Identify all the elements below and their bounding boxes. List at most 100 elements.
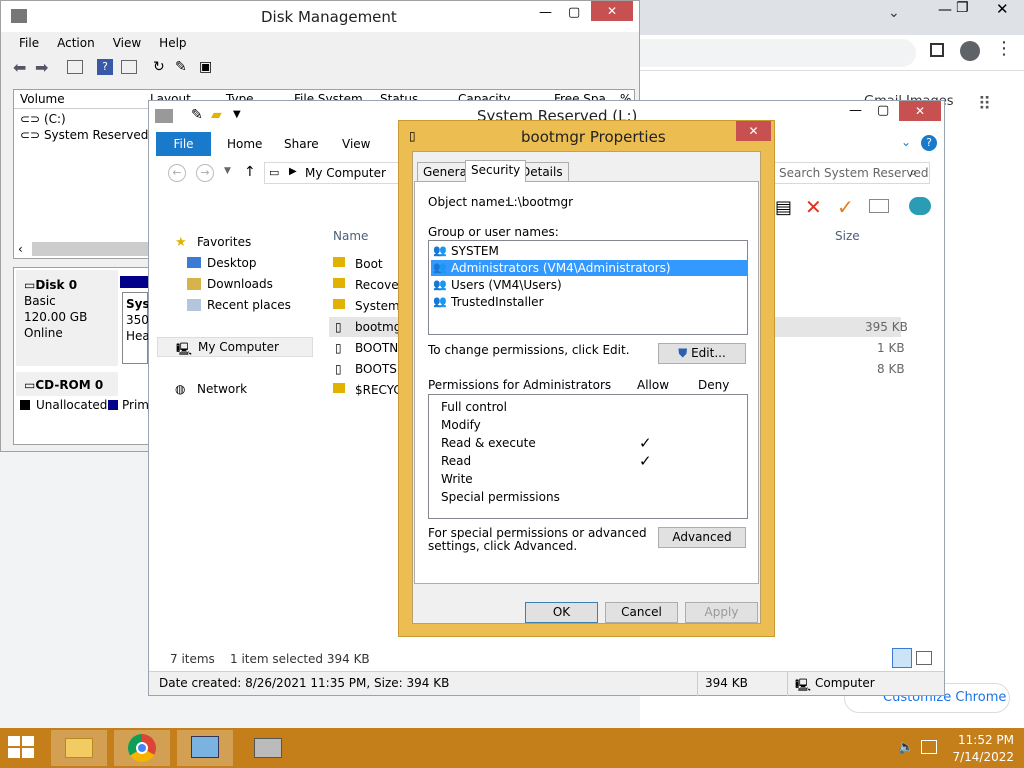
cdrom-icon: ▭: [24, 378, 36, 392]
clipboard-icon[interactable]: ▤: [775, 197, 792, 218]
qat-dropdown-icon[interactable]: ▼: [233, 109, 241, 120]
profile-avatar[interactable]: [960, 41, 980, 61]
nav-desktop[interactable]: Desktop: [207, 256, 257, 270]
address-bar[interactable]: ▭ ▶ My Computer: [264, 162, 400, 184]
dialog-body: General Security Details Object name: L:…: [412, 151, 761, 624]
details-pane: Date created: 8/26/2021 11:35 PM, Size: …: [149, 671, 944, 696]
side-panel-icon[interactable]: [930, 43, 944, 57]
user-item[interactable]: TrustedInstaller: [451, 295, 544, 309]
horizontal-scrollbar[interactable]: [32, 242, 148, 256]
apply-button[interactable]: Apply: [685, 602, 758, 623]
search-input[interactable]: Search System Reserved (L:): [774, 162, 930, 184]
maximize-button[interactable]: ▢: [568, 5, 580, 20]
nav-downloads[interactable]: Downloads: [207, 277, 273, 291]
omnibox[interactable]: [640, 39, 916, 67]
breadcrumb[interactable]: My Computer: [305, 166, 386, 180]
col-volume[interactable]: Volume: [20, 92, 65, 106]
rename-icon[interactable]: [869, 199, 889, 213]
properties-dialog: ▯ bootmgr Properties ✕ General Security …: [398, 120, 775, 637]
volume-muted-icon[interactable]: 🔈: [898, 740, 914, 755]
volume-row[interactable]: ⊂⊃ (C:): [20, 112, 66, 126]
col-size[interactable]: Size: [835, 229, 860, 243]
system-partition[interactable]: Syst 350 Hea: [122, 292, 155, 364]
shield-icon: ⛊: [678, 346, 688, 360]
properties-qat-icon[interactable]: ✎: [191, 107, 203, 123]
clock-time[interactable]: 11:52 PM: [950, 733, 1014, 747]
forward-arrow-icon[interactable]: ➡: [35, 58, 48, 77]
tab-home[interactable]: Home: [227, 137, 262, 151]
tab-view[interactable]: View: [342, 137, 370, 151]
minimize-button[interactable]: —: [849, 103, 862, 118]
advanced-button[interactable]: Advanced: [658, 527, 746, 548]
folder-qat-icon[interactable]: ▰: [211, 107, 222, 123]
help-icon[interactable]: ?: [921, 135, 937, 151]
menu-file[interactable]: File: [19, 36, 39, 50]
user-item[interactable]: Users (VM4\Users): [451, 278, 562, 292]
volume-row[interactable]: ⊂⊃ System Reserved (...: [20, 128, 168, 142]
user-item[interactable]: SYSTEM: [451, 244, 499, 258]
network-icon[interactable]: [921, 740, 937, 754]
tab-file[interactable]: File: [156, 132, 211, 156]
file-row[interactable]: $RECYC: [355, 383, 402, 397]
apps-grid-icon[interactable]: ⠿: [978, 94, 992, 115]
close-button[interactable]: ✕: [591, 1, 633, 21]
detail-location: Computer: [815, 676, 875, 690]
recent-dropdown-icon[interactable]: ▼: [224, 166, 231, 176]
chrome-taskbar-button[interactable]: [114, 730, 170, 766]
menu-help[interactable]: Help: [159, 36, 186, 50]
check-icon[interactable]: ✓: [837, 195, 854, 219]
settings-icon[interactable]: ▣: [199, 59, 212, 75]
user-list[interactable]: 👥 SYSTEM 👥 Administrators (VM4\Administr…: [428, 240, 748, 335]
back-arrow-icon[interactable]: ⬅: [13, 58, 26, 77]
more-menu-icon[interactable]: ⋮: [995, 38, 1013, 59]
search-icon[interactable]: ⌕: [910, 165, 917, 180]
tab-share[interactable]: Share: [284, 137, 319, 151]
rescan-icon[interactable]: ✎: [175, 59, 187, 75]
nav-network[interactable]: Network: [197, 382, 247, 396]
close-button[interactable]: ✕: [899, 101, 941, 121]
refresh-icon[interactable]: ↻: [153, 59, 165, 75]
ok-button[interactable]: OK: [525, 602, 598, 623]
expand-ribbon-icon[interactable]: ⌄: [901, 135, 911, 149]
file-row[interactable]: Boot: [355, 257, 383, 271]
up-icon[interactable]: ↑: [244, 164, 256, 180]
console-tree-icon[interactable]: [67, 60, 83, 74]
clock-date[interactable]: 7/14/2022: [950, 750, 1014, 764]
large-icons-view-icon[interactable]: [916, 651, 932, 665]
user-item[interactable]: Administrators (VM4\Administrators): [451, 261, 671, 275]
nav-favorites[interactable]: Favorites: [197, 235, 251, 249]
properties-icon[interactable]: [121, 60, 137, 74]
disk0-label-panel[interactable]: ▭Disk 0 Basic 120.00 GB Online: [16, 270, 118, 366]
cdrom-label-panel[interactable]: ▭CD-ROM 0: [16, 372, 118, 396]
maximize-button[interactable]: ▢: [877, 103, 889, 118]
properties-icon[interactable]: [909, 197, 931, 215]
close-button[interactable]: ✕: [996, 0, 1009, 18]
forward-icon[interactable]: →: [196, 164, 214, 182]
perm-read-execute: Read & execute: [441, 436, 536, 450]
chrome-tab-search-icon[interactable]: ⌄: [888, 5, 900, 21]
scroll-left-icon[interactable]: ‹: [18, 242, 23, 256]
restore-button[interactable]: ❐: [956, 0, 969, 16]
perm-full-control: Full control: [441, 400, 507, 414]
close-button[interactable]: ✕: [736, 121, 771, 141]
start-button[interactable]: [8, 736, 36, 760]
edit-button[interactable]: ⛊ Edit...: [658, 343, 746, 364]
back-icon[interactable]: ←: [168, 164, 186, 182]
minimize-button[interactable]: —: [938, 2, 952, 18]
computer-management-taskbar-button[interactable]: [177, 730, 233, 766]
details-view-icon[interactable]: [892, 648, 912, 668]
tab-security[interactable]: Security: [465, 160, 527, 182]
minimize-button[interactable]: —: [539, 5, 552, 20]
file-manager-taskbar-button[interactable]: [240, 730, 296, 766]
menu-action[interactable]: Action: [57, 36, 95, 50]
disk0-status: Online: [24, 326, 63, 340]
nav-recent[interactable]: Recent places: [207, 298, 291, 312]
delete-icon[interactable]: ✕: [805, 195, 822, 219]
menu-view[interactable]: View: [113, 36, 141, 50]
nav-computer-row[interactable]: 🖳 My Computer: [157, 337, 313, 357]
col-name[interactable]: Name: [333, 229, 368, 243]
object-name-value: L:\bootmgr: [507, 195, 574, 209]
help-icon[interactable]: ?: [97, 59, 113, 75]
explorer-taskbar-button[interactable]: [51, 730, 107, 766]
cancel-button[interactable]: Cancel: [605, 602, 678, 623]
